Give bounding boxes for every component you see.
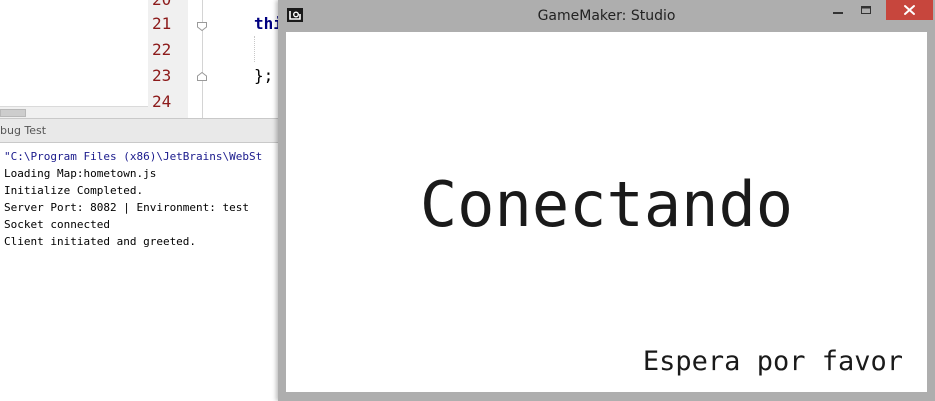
run-panel-title[interactable]: bug Test [0, 124, 46, 137]
run-panel-header: bug Test [0, 118, 278, 143]
line-number: 24 [152, 92, 172, 111]
line-number: 23 [152, 66, 172, 85]
game-canvas[interactable]: Conectando Espera por favor [286, 32, 927, 392]
please-wait-message: Espera por favor [642, 346, 903, 377]
connecting-message: Conectando [419, 168, 794, 241]
maximize-icon [861, 6, 871, 14]
minimize-button[interactable] [826, 0, 850, 20]
fold-close-icon[interactable] [197, 72, 207, 81]
close-icon [904, 5, 915, 15]
console-line: Server Port: 8082 | Environment: test [4, 201, 250, 214]
window-titlebar[interactable]: GameMaker: Studio [278, 0, 935, 32]
code-line: }; [254, 66, 274, 85]
line-number: 22 [152, 40, 172, 59]
fold-column [188, 0, 208, 118]
line-number: 21 [152, 14, 172, 33]
fold-open-icon[interactable] [197, 22, 207, 31]
console-line: Loading Map:hometown.js [4, 167, 157, 180]
fold-guide [202, 0, 203, 118]
gamemaker-window[interactable]: GameMaker: Studio Conectando Espera por … [278, 0, 935, 401]
console-line: Client initiated and greeted. [4, 235, 197, 248]
maximize-button[interactable] [854, 0, 878, 20]
minimize-icon [833, 12, 843, 14]
console-line: "C:\Program Files (x86)\JetBrains\WebSt [4, 150, 263, 163]
indent-guide [254, 36, 256, 62]
console-output: "C:\Program Files (x86)\JetBrains\WebSt … [0, 143, 278, 401]
editor-left-pane [0, 0, 148, 106]
line-number: 20 [152, 0, 178, 9]
scrollbar-thumb[interactable] [0, 109, 26, 117]
console-line: Initialize Completed. [4, 184, 144, 197]
close-button[interactable] [886, 0, 933, 20]
console-line: Socket connected [4, 218, 110, 231]
